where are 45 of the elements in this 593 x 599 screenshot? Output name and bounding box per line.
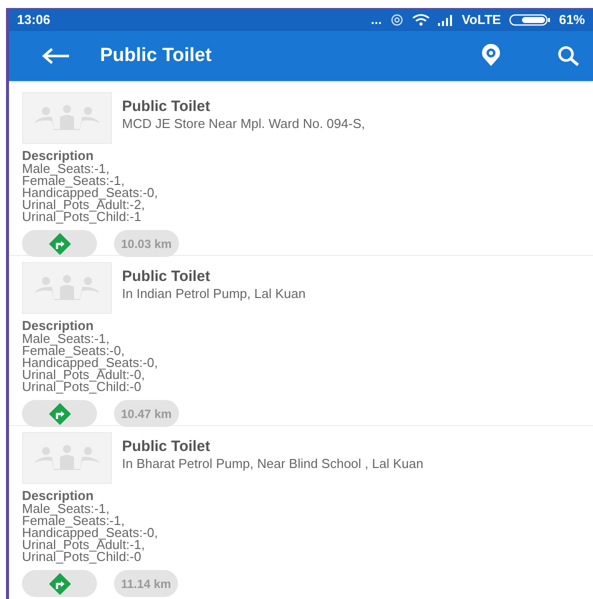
battery-icon	[508, 14, 551, 26]
signal-icon	[438, 14, 454, 26]
directions-button[interactable]	[22, 230, 97, 257]
location-pin-icon[interactable]	[480, 44, 502, 68]
distance-chip: 11.14 km	[114, 570, 178, 597]
description-line: Female_Seats:-0,	[22, 345, 125, 357]
wifi-icon	[412, 14, 430, 26]
directions-button[interactable]	[22, 400, 97, 427]
description-line: Urinal_Pots_Child:-1	[22, 211, 142, 223]
description-line: Handicapped_Seats:-0,	[22, 357, 159, 369]
description-line: Urinal_Pots_Child:-0	[22, 381, 142, 393]
description-label: Description	[22, 319, 95, 333]
status-time: 13:06	[17, 11, 50, 30]
search-icon[interactable]	[557, 45, 579, 67]
description-label: Description	[22, 489, 95, 503]
description-label: Description	[22, 149, 95, 163]
description-line: Urinal_Pots_Adult:-0,	[22, 369, 145, 381]
toilet-title: Public Toilet	[122, 438, 212, 456]
description-line: Male_Seats:-1,	[22, 333, 110, 345]
description-line: Female_Seats:-1,	[22, 515, 125, 527]
description-line: Handicapped_Seats:-0,	[22, 527, 159, 539]
description-line: Male_Seats:-1,	[22, 163, 110, 175]
description-line: Urinal_Pots_Adult:-2,	[22, 199, 145, 211]
description-line: Urinal_Pots_Adult:-1,	[22, 539, 145, 551]
directions-icon	[48, 232, 72, 256]
description-line: Male_Seats:-1,	[22, 503, 110, 515]
description-line: Female_Seats:-1,	[22, 175, 125, 187]
toilet-title: Public Toilet	[122, 268, 212, 286]
directions-icon	[48, 572, 72, 596]
toilet-address: In Indian Petrol Pump, Lal Kuan	[122, 286, 306, 302]
app-title: Public Toilet	[100, 44, 212, 68]
network-label: VoLTE	[462, 11, 501, 30]
hotspot-icon	[390, 14, 404, 26]
toilet-address: MCD JE Store Near Mpl. Ward No. 094-S,	[122, 116, 365, 132]
back-arrow-icon[interactable]	[42, 47, 70, 65]
distance-chip: 10.47 km	[114, 400, 179, 427]
toilet-address: In Bharat Petrol Pump, Near Blind School , Lal Kuan	[122, 456, 424, 472]
toilet-title: Public Toilet	[122, 98, 212, 116]
description-line: Handicapped_Seats:-0,	[22, 187, 159, 199]
description-line: Urinal_Pots_Child:-0	[22, 551, 142, 563]
directions-button[interactable]	[22, 570, 97, 597]
battery-level: 61%	[558, 11, 585, 30]
status-dots: ...	[370, 11, 382, 30]
directions-icon	[48, 402, 72, 426]
distance-chip: 10.03 km	[114, 230, 179, 257]
